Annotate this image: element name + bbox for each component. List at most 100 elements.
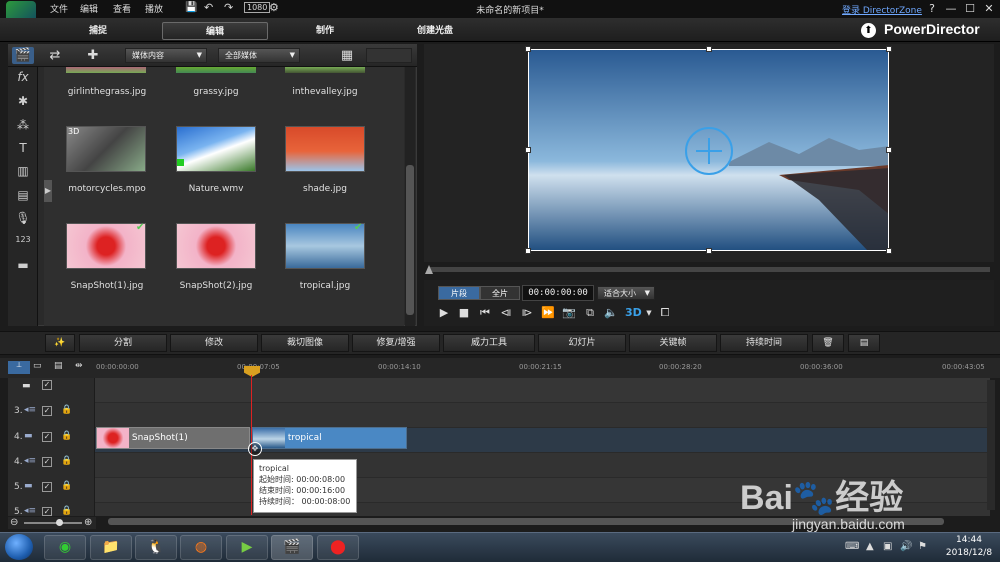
media-app-icon[interactable]: ▶ [226,535,268,560]
fx-icon[interactable]: fx [13,70,33,88]
stop-icon[interactable]: ■ [456,305,472,321]
zoom-out-icon[interactable]: ⊖ [10,517,18,528]
delete-icon[interactable]: 🗑 [812,334,844,352]
library-scroll-thumb[interactable] [406,165,414,315]
timeline-clip-tropical[interactable]: tropical [252,427,407,449]
chapter-icon[interactable]: 123 [13,235,33,253]
undo-icon[interactable]: ↶ [204,1,213,14]
prev-icon[interactable]: ⧏ [498,305,514,321]
volume-icon[interactable]: 🔈 [603,305,619,321]
plugin-icon[interactable]: ✚ [82,47,104,64]
zoom-slider[interactable] [24,522,82,524]
gear-icon[interactable]: ⚙ [269,1,279,14]
edit-button[interactable]: 修改 [170,334,258,352]
crop-button[interactable]: 裁切图像 [261,334,349,352]
lock-icon[interactable]: 🔒 [61,405,72,415]
play-icon[interactable]: ▶ [436,305,452,321]
timecode-display[interactable]: 00:00:00:00 [522,285,594,301]
resize-handle[interactable] [886,147,892,153]
thumbnail-size-slider[interactable] [366,48,412,63]
track-checkbox[interactable]: ✓ [42,432,52,442]
seek-bar[interactable] [428,267,990,272]
upgrade-icon[interactable]: ⬆ [861,23,876,38]
flag-icon[interactable]: ⚑ [918,541,927,552]
zoom-slider-knob[interactable] [56,519,63,526]
clock-time[interactable]: 14:44 [943,535,995,545]
file-explorer-icon[interactable]: 📁 [90,535,132,560]
thumbnail-snapshot2[interactable] [176,223,256,269]
fix-enhance-button[interactable]: 修复/增强 [352,334,440,352]
keyframe-button[interactable]: 关键帧 [629,334,717,352]
track-manager-icon[interactable]: ▤ [54,361,63,371]
start-button[interactable] [5,534,33,560]
save-icon[interactable]: 💾 [185,2,197,13]
split-button[interactable]: 分割 [79,334,167,352]
menu-view[interactable]: 查看 [113,2,131,15]
taskbar-app-icon[interactable]: ◉ [44,535,86,560]
subtitle-icon[interactable]: ▬ [13,258,33,276]
particle-icon[interactable]: ⁂ [13,118,33,136]
speaker-icon[interactable]: 🔊 [900,541,912,552]
thumbnail[interactable] [285,67,365,73]
timeline-vertical-scrollbar[interactable] [987,380,995,510]
track-checkbox[interactable]: ✓ [42,380,52,390]
fit-timeline-icon[interactable]: ⇹ [75,361,83,371]
audio-mix-icon[interactable]: ▤ [13,188,33,206]
thumbnail[interactable] [176,67,256,73]
resolution-icon[interactable]: 1080 [244,2,271,13]
lock-icon[interactable]: 🔒 [61,431,72,441]
fast-forward-icon[interactable]: ⏩ [540,305,556,321]
power-tools-button[interactable]: 威力工具 [443,334,535,352]
media-filter-select[interactable]: 全部媒体 ▼ [218,48,300,63]
tab-capture[interactable]: 捕捉 [68,22,128,40]
powerdirector-taskbar-icon[interactable]: 🎬 [271,535,313,560]
maximize-button[interactable]: ☐ [962,2,978,15]
duration-button[interactable]: 持续时间 [720,334,808,352]
transition-icon[interactable]: ▥ [13,164,33,182]
import-icon[interactable]: ⇄ [44,47,66,64]
3d-dropdown-icon[interactable]: ▼ [641,305,657,321]
timeline-view-icon[interactable]: ⊥ [8,361,30,374]
qq-icon[interactable]: 🐧 [135,535,177,560]
menu-play[interactable]: 播放 [145,2,163,15]
snapshot-icon[interactable]: 📷 [561,305,577,321]
lock-icon[interactable]: 🔒 [61,506,72,516]
thumbnail-shade[interactable] [285,126,365,172]
grid-view-icon[interactable]: ▦ [336,47,358,64]
resize-handle[interactable] [886,46,892,52]
undock-icon[interactable]: ⧠ [657,305,673,321]
track-checkbox[interactable]: ✓ [42,482,52,492]
redo-icon[interactable]: ↷ [224,1,233,14]
clip-mode-tab[interactable]: 片段 [438,286,480,300]
timeline-clip-snapshot[interactable]: SnapShot(1) [96,427,250,449]
clock-date[interactable]: 2018/12/8 [943,548,995,558]
resize-handle[interactable] [706,46,712,52]
recorder-icon[interactable]: ⬤ [317,535,359,560]
display-icon[interactable]: ⧉ [582,305,598,321]
media-room-icon[interactable]: 🎬 [12,47,34,64]
slideshow-button[interactable]: 幻灯片 [538,334,626,352]
close-button[interactable]: ✕ [981,2,997,15]
track-checkbox[interactable]: ✓ [42,406,52,416]
lock-icon[interactable]: 🔒 [61,481,72,491]
more-tools-icon[interactable]: ▤ [848,334,880,352]
network-icon[interactable]: ▣ [883,541,892,552]
lock-icon[interactable]: 🔒 [61,456,72,466]
title-icon[interactable]: T [13,141,33,159]
minimize-button[interactable]: — [943,2,959,15]
storyboard-icon[interactable]: ▭ [33,361,42,371]
thumbnail-snapshot1[interactable] [66,223,146,269]
tab-produce[interactable]: 制作 [295,22,355,40]
menu-file[interactable]: 文件 [50,2,68,15]
magic-wand-icon[interactable]: ✨ [45,334,75,352]
fit-select[interactable]: 适合大小 ▼ [597,286,655,300]
resize-handle[interactable] [886,248,892,254]
zoom-in-icon[interactable]: ⊕ [84,517,92,528]
director-zone-link[interactable]: 登录 DirectorZone [842,3,922,16]
resize-handle[interactable] [525,147,531,153]
collapse-arrow-icon[interactable]: ▶ [44,180,52,202]
thumbnail[interactable] [66,67,146,73]
microphone-icon[interactable]: 🎙 [13,211,33,229]
tab-create-disc[interactable]: 创建光盘 [398,22,472,40]
previous-frame-icon[interactable]: ⏮ [477,305,493,321]
